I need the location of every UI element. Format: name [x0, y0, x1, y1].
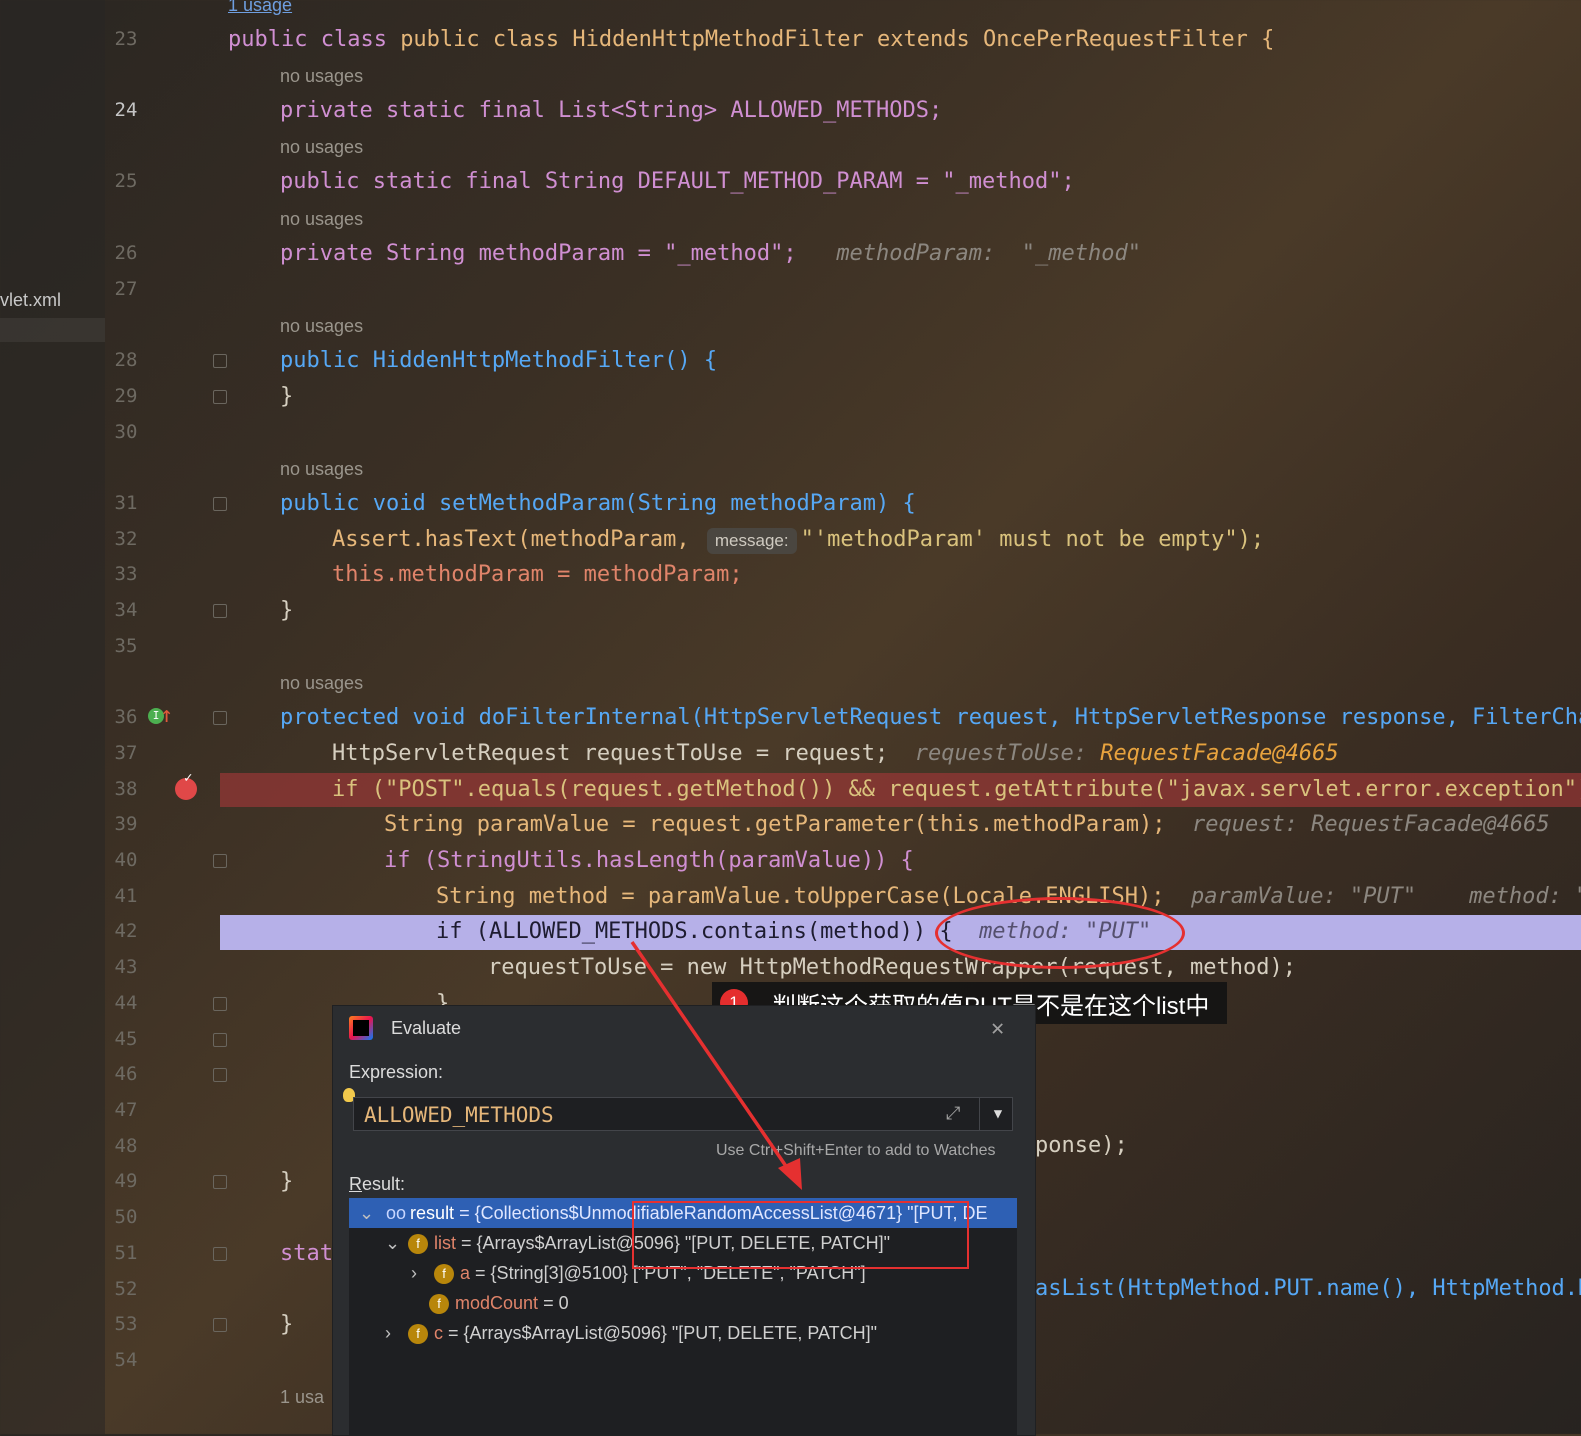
annotation-arrow — [630, 941, 802, 1190]
